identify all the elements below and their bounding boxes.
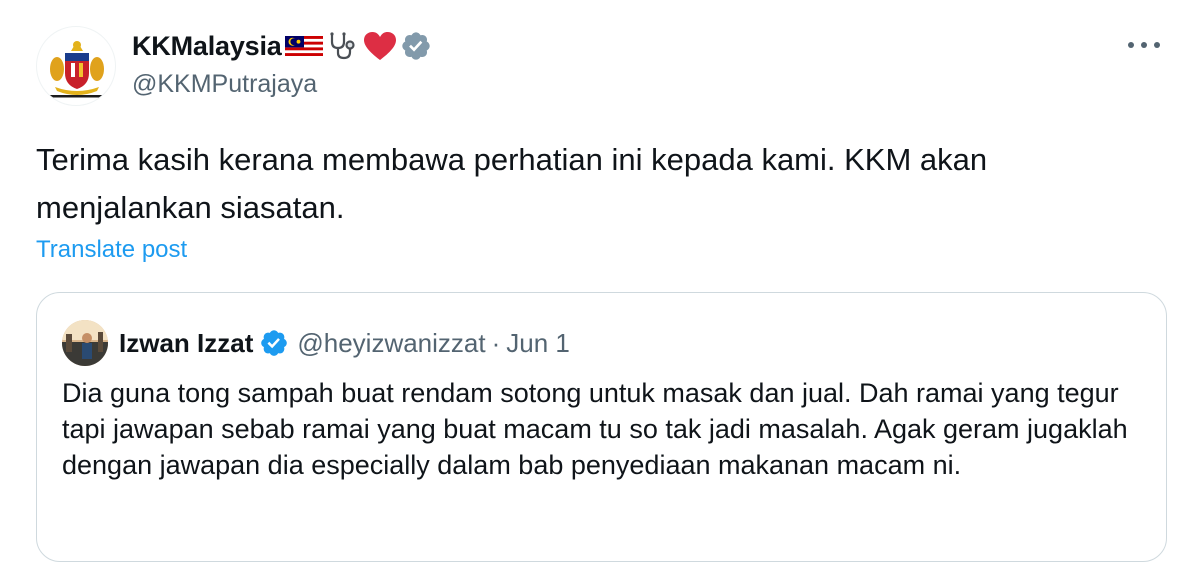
quoted-tweet-date[interactable]: Jun 1: [506, 328, 570, 359]
quoted-author-handle[interactable]: @heyizwanizzat: [297, 328, 485, 359]
quoted-tweet-card[interactable]: Izwan Izzat @heyizwanizzat · Jun 1 Dia g…: [36, 292, 1167, 562]
quoted-tweet-header: Izwan Izzat @heyizwanizzat · Jun 1: [119, 325, 570, 361]
verified-badge-icon[interactable]: [400, 30, 432, 62]
author-name-row: KKMalaysia: [132, 28, 432, 64]
separator-dot: ·: [491, 327, 501, 358]
kkm-logo-icon: [49, 41, 105, 98]
more-options-button[interactable]: [1122, 30, 1166, 60]
author-handle[interactable]: @KKMPutrajaya: [132, 70, 317, 99]
quoted-author-name[interactable]: Izwan Izzat: [119, 328, 253, 359]
quoted-author-avatar[interactable]: [62, 320, 108, 366]
profile-photo-icon: [62, 320, 108, 366]
red-heart-icon: [362, 30, 398, 62]
author-avatar[interactable]: [36, 26, 116, 106]
malaysia-flag-icon: [284, 33, 324, 59]
author-display-name[interactable]: KKMalaysia: [132, 31, 282, 62]
translate-post-link[interactable]: Translate post: [36, 236, 187, 264]
stethoscope-icon: [326, 31, 360, 61]
quoted-tweet-text: Dia guna tong sampah buat rendam sotong …: [62, 378, 1128, 480]
tweet-text: Terima kasih kerana membawa perhatian in…: [36, 142, 988, 225]
more-dots-icon: [1128, 42, 1160, 48]
verified-badge-icon[interactable]: [259, 328, 289, 358]
